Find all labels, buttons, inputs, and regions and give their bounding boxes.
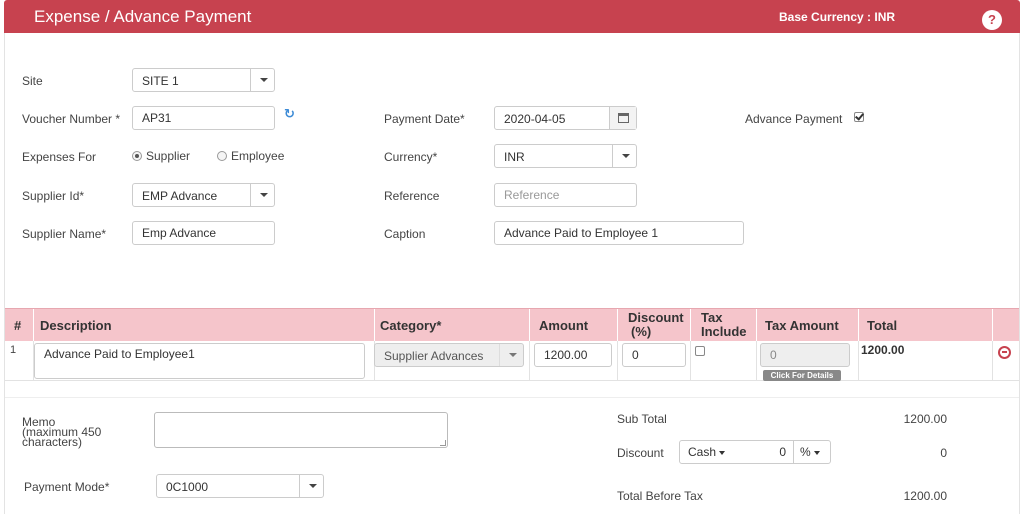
form-panel: Site SITE 1 Voucher Number * AP31 ↻ Expe… <box>4 33 1020 514</box>
reference-input[interactable]: Reference <box>494 183 637 207</box>
calendar-button[interactable] <box>609 107 636 129</box>
payment-date-input[interactable]: 2020-04-05 <box>494 106 637 130</box>
payment-mode-dropdown-toggle[interactable] <box>299 475 323 497</box>
page-title: Expense / Advance Payment <box>34 7 252 26</box>
supplier-id-select[interactable]: EMP Advance <box>132 183 275 207</box>
payment-mode-select[interactable]: 0C1000 <box>156 474 324 498</box>
col-actions <box>992 309 1019 342</box>
discount-label: Discount <box>617 446 664 460</box>
supplier-radio-label[interactable]: Supplier <box>146 149 190 163</box>
col-total: Total <box>858 309 992 342</box>
chevron-down-icon <box>260 78 268 82</box>
col-discount: Discount (%) <box>617 309 690 342</box>
subtotal-value: 1200.00 <box>903 412 947 426</box>
site-value: SITE 1 <box>142 74 179 88</box>
page-header: Expense / Advance Payment Base Currency … <box>4 0 1020 33</box>
memo-label: Memo (maximum 450 characters) <box>22 415 102 449</box>
chevron-down-icon <box>260 193 268 197</box>
row-number: 1 <box>10 344 17 356</box>
supplier-name-input[interactable]: Emp Advance <box>132 221 275 245</box>
supplier-radio[interactable] <box>132 151 142 161</box>
caption-input[interactable]: Advance Paid to Employee 1 <box>494 221 744 245</box>
reference-label: Reference <box>384 189 440 203</box>
chevron-down-icon <box>622 154 630 158</box>
supplier-name-label: Supplier Name* <box>22 227 107 241</box>
supplier-id-label: Supplier Id* <box>22 189 85 203</box>
col-category: Category* <box>374 309 529 342</box>
currency-select[interactable]: INR <box>494 144 637 168</box>
discount-input[interactable]: 0 <box>622 343 686 367</box>
col-amount: Amount <box>529 309 617 342</box>
tax-include-checkbox[interactable] <box>695 346 705 356</box>
discount-unit-dropdown[interactable]: % <box>793 440 831 464</box>
supplier-id-dropdown-toggle[interactable] <box>250 184 274 206</box>
section-divider <box>5 397 1019 398</box>
chevron-down-icon <box>309 484 317 488</box>
discount-type-dropdown[interactable]: Cash <box>679 440 734 464</box>
total-before-tax-value: 1200.00 <box>903 489 947 503</box>
category-select[interactable]: Supplier Advances <box>374 343 524 367</box>
chevron-down-icon <box>509 353 517 357</box>
employee-radio[interactable] <box>217 151 227 161</box>
payment-date-label: Payment Date* <box>384 112 465 126</box>
tax-amount-input: 0 <box>760 343 850 367</box>
discount-value: 0 <box>940 446 947 460</box>
supplier-id-value: EMP Advance <box>142 189 218 203</box>
calendar-icon <box>618 113 629 123</box>
memo-textarea[interactable] <box>154 412 448 448</box>
site-select[interactable]: SITE 1 <box>132 68 275 92</box>
amount-input[interactable]: 1200.00 <box>534 343 612 367</box>
currency-label: Currency* <box>384 150 438 164</box>
refresh-icon[interactable]: ↻ <box>284 106 295 122</box>
total-before-tax-label: Total Before Tax <box>617 489 703 503</box>
site-dropdown-toggle[interactable] <box>250 69 274 91</box>
advance-payment-label: Advance Payment <box>745 112 843 126</box>
category-dropdown-toggle[interactable] <box>499 344 523 366</box>
base-currency-label: Base Currency : INR <box>779 10 896 24</box>
payment-mode-label: Payment Mode* <box>24 480 110 494</box>
col-num: # <box>14 318 22 333</box>
description-input[interactable]: Advance Paid to Employee1 <box>34 343 365 379</box>
voucher-number-input[interactable]: AP31 <box>132 106 275 130</box>
click-for-details-button[interactable]: Click For Details <box>763 370 841 381</box>
advance-payment-checkbox[interactable] <box>854 112 864 122</box>
voucher-number-label: Voucher Number * <box>22 112 121 126</box>
help-icon[interactable]: ? <box>982 10 1002 30</box>
category-value: Supplier Advances <box>384 349 484 363</box>
payment-mode-value: 0C1000 <box>166 480 209 494</box>
caret-down-icon <box>813 450 820 455</box>
col-tax-amount: Tax Amount <box>756 309 858 342</box>
subtotal-label: Sub Total <box>617 412 667 426</box>
currency-value: INR <box>504 150 525 164</box>
employee-radio-label[interactable]: Employee <box>231 149 284 163</box>
line-items-header: # Description Category* Amount Discount(… <box>5 308 1019 342</box>
site-label: Site <box>22 74 43 88</box>
payment-date-value: 2020-04-05 <box>504 112 566 126</box>
resize-handle-icon[interactable] <box>440 440 446 446</box>
col-tax-include: Tax Include <box>690 309 756 342</box>
discount-amount-input[interactable]: 0 <box>733 440 794 464</box>
caption-label: Caption <box>384 227 426 241</box>
caret-down-icon <box>719 450 726 455</box>
row-total: 1200.00 <box>861 343 905 357</box>
remove-row-icon[interactable] <box>998 346 1011 359</box>
expenses-for-label: Expenses For <box>22 150 97 164</box>
col-description: Description <box>33 309 374 342</box>
currency-dropdown-toggle[interactable] <box>612 145 636 167</box>
